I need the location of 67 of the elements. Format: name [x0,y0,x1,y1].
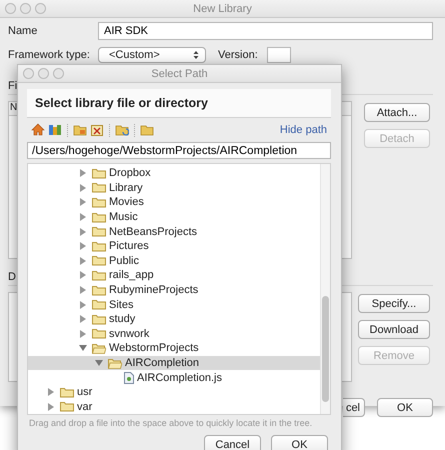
tree-item[interactable]: Library [28,180,320,196]
tree-item[interactable]: var [28,400,320,414]
folder-icon [92,299,106,310]
tree-item[interactable]: Dropbox [28,166,320,181]
refresh-toolbar-icon[interactable] [115,123,129,137]
path-field[interactable]: /Users/hogehoge/WebstormProjects/AIRCompletion [27,142,331,159]
folder-icon [92,168,106,179]
tree-item[interactable]: AIRCompletion.js [28,370,320,385]
folder-icon [92,240,106,252]
field-label: Version: [218,49,259,61]
tree-item[interactable]: Movies [28,195,320,210]
hint-text: Drag and drop a file into the space above to quickly locate it in the tree. [28,418,314,428]
tree-item[interactable]: Music [28,210,320,224]
tree-item[interactable]: rails_app [28,268,320,283]
field-label: Name [8,25,38,37]
window-control-icon[interactable] [23,68,34,79]
folder-icon [60,401,74,412]
folder-icon [92,226,106,238]
version-field[interactable] [267,47,291,63]
folder-toolbar-icon[interactable] [140,123,154,137]
scrollbar-thumb[interactable] [322,296,329,402]
open-folder-icon [92,342,106,354]
tree-item[interactable]: svnwork [28,326,320,342]
selected-tree-item[interactable]: AIRCompletion [28,356,320,370]
window-control-icon[interactable] [20,3,31,14]
tree-item[interactable]: Public [28,254,320,268]
column-header: N [9,102,18,115]
home-toolbar-icon[interactable] [31,123,45,137]
tree-item[interactable]: usr [28,384,320,400]
framework-dropdown[interactable]: <Custom> [98,47,206,63]
folder-icon [92,284,106,296]
window-control-icon[interactable] [38,68,49,79]
window-title: Select Path [150,68,209,80]
folder-icon [92,196,106,208]
window-control-icon[interactable] [53,68,64,79]
folder-icon [92,255,106,266]
updown-arrows-icon [193,50,199,60]
tree-item[interactable]: Sites [28,297,320,312]
hide-path-link[interactable]: Hide path [280,124,327,136]
name-field[interactable]: AIR SDK [98,22,433,40]
button[interactable]: cel [343,398,365,417]
button[interactable]: Attach... [364,103,430,122]
tree-item[interactable]: study [28,312,320,327]
new-folder-toolbar-icon[interactable] [73,123,87,137]
tree-item[interactable]: NetBeansProjects [28,224,320,239]
tree-item[interactable]: Pictures [28,238,320,254]
button[interactable]: Cancel [204,435,261,450]
button[interactable]: Specify... [358,294,430,313]
field-label: Framework type: [8,49,91,61]
window-control-icon[interactable] [5,3,16,14]
folder-icon [92,270,106,281]
folder-icon [92,314,106,325]
folder-icon [92,328,106,340]
file-icon [124,372,134,384]
tree-item[interactable]: WebstormProjects [28,341,320,356]
dialog-heading: Select library file or directory [35,96,208,110]
delete-toolbar-icon[interactable] [90,123,104,137]
open-folder-icon [108,358,122,369]
modules-toolbar-icon[interactable] [48,123,62,137]
window-title: New Library [192,2,253,14]
window-control-icon[interactable] [35,3,46,14]
folder-icon [92,182,106,194]
button[interactable]: Download [358,320,430,339]
folder-icon [60,386,74,398]
button[interactable]: OK [271,435,328,450]
button[interactable]: OK [377,398,433,417]
folder-icon [92,212,106,223]
